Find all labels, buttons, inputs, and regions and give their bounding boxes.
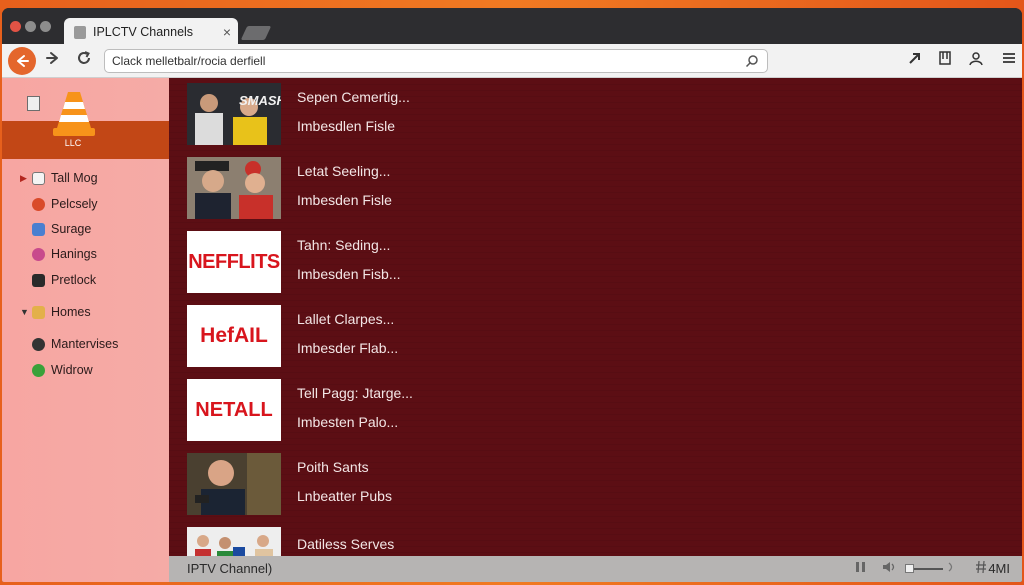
status-bar: IPTV Channel) 4MI <box>169 556 1022 582</box>
window-close-button[interactable] <box>10 21 21 32</box>
sidebar-item-label: Pretlock <box>51 273 97 287</box>
channel-row[interactable]: SMASH Sepen Cemertig... Imbesdlen Fisle <box>187 83 787 145</box>
document-icon[interactable] <box>27 96 40 111</box>
volume-waves-icon <box>947 560 957 577</box>
window-maximize-button[interactable] <box>40 21 51 32</box>
share-arrow-icon <box>909 53 920 64</box>
back-button[interactable] <box>8 47 36 75</box>
status-label: IPTV Channel) <box>187 561 273 576</box>
channel-row[interactable]: HefAIL Lallet Clarpes... Imbesder Flab..… <box>187 305 787 367</box>
volume-slider-handle[interactable] <box>905 564 914 573</box>
channel-thumbnail-logo[interactable]: HefAIL <box>187 305 281 367</box>
arrow-left-icon <box>17 55 29 67</box>
folder-icon <box>32 305 45 319</box>
channel-row[interactable]: NETALL Tell Pagg: Jtarge... Imbesten Pal… <box>187 379 787 441</box>
toolbar: Clack melletbalr/rocia derfiell <box>2 44 1022 78</box>
sidebar-item-tall-mog[interactable]: ▶ Tall Mog <box>20 168 98 188</box>
tab-close-icon[interactable]: × <box>216 24 238 40</box>
sidebar: LLC ▶ Tall Mog Pelcsely Surage Hanings P… <box>2 78 169 582</box>
url-text: Clack melletbalr/rocia derfiell <box>112 54 266 68</box>
sidebar-item-label: Tall Mog <box>51 171 98 185</box>
sidebar-item-label: Hanings <box>51 247 97 261</box>
sidebar-item-label: Widrow <box>51 363 93 377</box>
sidebar-item-label: Mantervises <box>51 337 119 351</box>
sidebar-item-widrow[interactable]: Widrow <box>20 360 93 380</box>
volume-slider-track[interactable] <box>909 568 943 570</box>
sidebar-item-label: Homes <box>51 305 91 319</box>
channel-subtitle: Imbesten Palo... <box>297 414 399 430</box>
page-icon <box>32 171 45 185</box>
sidebar-item-pelcsely[interactable]: Pelcsely <box>20 194 98 214</box>
bookmark-icon <box>939 51 951 65</box>
channel-subtitle: Imbesder Flab... <box>297 340 399 356</box>
reload-button[interactable] <box>73 50 95 72</box>
info-icon <box>32 337 45 351</box>
speaker-icon[interactable] <box>881 560 897 577</box>
channel-subtitle: Imbesdlen Fisle <box>297 118 396 134</box>
channel-title: Datiless Serves <box>297 536 395 552</box>
expand-arrow-icon[interactable]: ▶ <box>20 173 32 184</box>
vlc-cone-logo-icon <box>53 92 95 136</box>
channel-subtitle: Lnbeatter Pubs <box>297 488 392 504</box>
sidebar-item-label: Surage <box>51 222 92 236</box>
channel-thumbnail[interactable] <box>187 157 281 219</box>
channel-title: Lallet Clarpes... <box>297 311 395 327</box>
channel-thumbnail-logo[interactable]: NETALL <box>187 379 281 441</box>
channel-thumbnail-logo[interactable]: NEFFLITS <box>187 231 281 293</box>
bookmarks-button[interactable] <box>934 50 956 72</box>
presenter-thumbnail-image <box>187 453 281 515</box>
channel-thumbnail[interactable] <box>187 453 281 515</box>
channel-row[interactable]: NEFFLITS Tahn: Seding... Imbesden Fisb..… <box>187 231 787 293</box>
channel-title: Poith Sants <box>297 459 369 475</box>
sidebar-item-homes[interactable]: ▼ Homes <box>20 302 91 322</box>
menu-button[interactable] <box>998 50 1020 72</box>
channel-title: Sepen Cemertig... <box>297 89 410 105</box>
status-right-text: 4MI <box>988 561 1010 576</box>
channel-title: Tahn: Seding... <box>297 237 391 253</box>
sidebar-item-surage[interactable]: Surage <box>20 219 91 239</box>
channel-subtitle: Imbesden Fisb... <box>297 266 401 282</box>
logo-label: LLC <box>64 138 82 148</box>
clipboard-icon <box>32 273 45 287</box>
sidebar-item-hanings[interactable]: Hanings <box>20 244 97 264</box>
sidebar-item-pretlock[interactable]: Pretlock <box>20 270 96 290</box>
channel-title: Tell Pagg: Jtarge... <box>297 385 413 401</box>
address-bar[interactable]: Clack melletbalr/rocia derfiell <box>104 49 768 73</box>
people-thumbnail-image <box>187 157 281 219</box>
browser-window: IPLCTV Channels × Clack melletbalr/rocia… <box>2 8 1022 582</box>
window-minimize-button[interactable] <box>25 21 36 32</box>
arrow-right-icon <box>46 52 58 64</box>
pause-icon[interactable] <box>855 560 867 577</box>
channel-row[interactable]: Poith Sants Lnbeatter Pubs <box>187 453 787 515</box>
sports-thumbnail-image: SMASH <box>187 83 281 145</box>
sidebar-item-label: Pelcsely <box>51 197 98 211</box>
channel-title: Letat Seeling... <box>297 163 391 179</box>
user-icon <box>969 52 983 66</box>
search-icon[interactable] <box>745 50 759 75</box>
new-tab-button[interactable] <box>240 26 272 40</box>
storage-icon <box>32 222 45 236</box>
profile-button[interactable] <box>965 50 987 72</box>
forward-button[interactable] <box>42 50 64 72</box>
tab-favicon-icon <box>74 25 86 39</box>
headphones-icon <box>32 247 45 261</box>
hamburger-menu-icon <box>1003 53 1015 63</box>
channel-subtitle: Imbesden Fisle <box>297 192 392 208</box>
channel-row[interactable]: Letat Seeling... Imbesden Fisle <box>187 157 787 219</box>
sidebar-item-mantervises[interactable]: Mantervises <box>20 334 118 354</box>
tab-title: IPLCTV Channels <box>93 25 194 39</box>
globe-icon <box>32 363 45 377</box>
reload-icon <box>78 51 90 64</box>
collapse-arrow-icon[interactable]: ▼ <box>20 307 32 317</box>
fire-icon <box>32 197 45 211</box>
tab-bar: IPLCTV Channels × <box>2 8 1022 46</box>
hash-icon[interactable] <box>975 560 987 577</box>
thumbnail-text: SMASH <box>239 93 281 108</box>
channel-list: SMASH Sepen Cemertig... Imbesdlen Fisle … <box>169 78 1022 564</box>
channel-thumbnail[interactable]: SMASH <box>187 83 281 145</box>
tab-active[interactable]: IPLCTV Channels × <box>64 18 238 46</box>
share-button[interactable] <box>904 50 926 72</box>
